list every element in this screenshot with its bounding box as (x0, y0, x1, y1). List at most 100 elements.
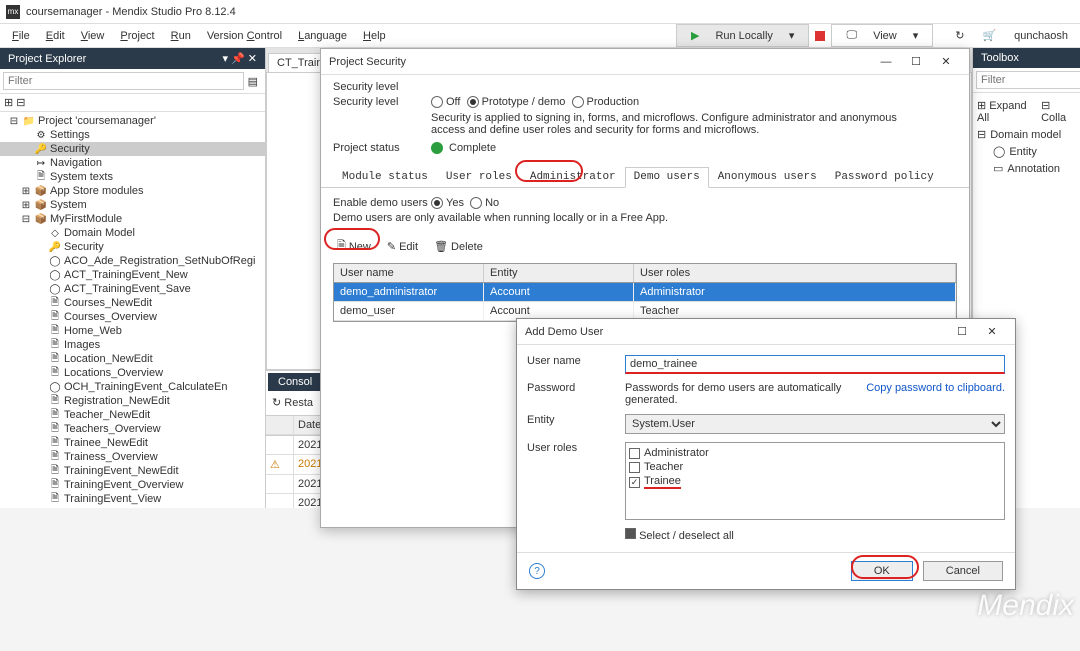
maximize-button[interactable]: ☐ (947, 325, 977, 338)
tree-item[interactable]: 🗎Trainee_NewEdit (0, 436, 265, 450)
filter-input[interactable] (3, 72, 244, 90)
tree-item[interactable]: 🗎Location_NewEdit (0, 352, 265, 366)
tree-item[interactable]: ⚙Settings (0, 128, 265, 142)
subtab[interactable]: Administrator (521, 167, 625, 187)
panel-title: Toolbox (981, 52, 1019, 64)
checkbox-admin[interactable] (629, 448, 640, 459)
tree-item[interactable]: ◯OCH_TrainingEvent_CalculateEn (0, 380, 265, 394)
chevron-down-icon: ▾ (783, 27, 801, 44)
tree-item[interactable]: ◯ACT_TrainingEvent_Save (0, 282, 265, 296)
tree-item[interactable]: 🗎Teachers_Overview (0, 422, 265, 436)
expand-all-button[interactable]: ⊞ Expand All (977, 99, 1037, 124)
copy-password-link[interactable]: Copy password to clipboard. (866, 382, 1005, 406)
help-icon[interactable]: ? (529, 563, 545, 579)
tree-item[interactable]: 🗎Trainess_Overview (0, 450, 265, 464)
tree-item[interactable]: ◯ACT_TrainingEvent_New (0, 268, 265, 282)
restart-button[interactable]: ↻ Resta (272, 396, 313, 412)
tree-item[interactable]: 🗎Courses_Overview (0, 310, 265, 324)
menu-language[interactable]: Language (292, 28, 353, 44)
tree-item[interactable]: 🗎Registration_NewEdit (0, 394, 265, 408)
run-locally-button[interactable]: ▶ Run Locally ▾ (676, 24, 809, 47)
list-mode-icon[interactable]: ▤ (244, 75, 262, 88)
tree-item[interactable]: ◯ACO_Ade_Registration_SetNubOfRegi (0, 254, 265, 268)
cancel-button[interactable]: Cancel (923, 561, 1003, 581)
dialog-title: Project Security (329, 56, 871, 68)
menu-project[interactable]: Project (114, 28, 160, 44)
tree-item[interactable]: 🗎Images (0, 338, 265, 352)
project-tree[interactable]: ⊟📁Project 'coursemanager'⚙Settings🔑Secur… (0, 112, 265, 508)
status-dot-icon (431, 142, 443, 154)
subtab[interactable]: Demo users (625, 167, 709, 188)
radio-yes[interactable] (431, 197, 443, 209)
tree-item[interactable]: 🗎Teacher_NewEdit (0, 408, 265, 422)
tree-item[interactable]: 🗎TrainingEvent_Overview (0, 478, 265, 492)
menu-run[interactable]: Run (165, 28, 197, 44)
tree-item[interactable]: 🗎Courses_NewEdit (0, 296, 265, 310)
tree-item[interactable]: ⊟📦MyFirstModule (0, 212, 265, 226)
tree-item[interactable]: 🔑Security (0, 240, 265, 254)
tree-item[interactable]: ◇Domain Model (0, 226, 265, 240)
tree-item[interactable]: ⊟📁Project 'coursemanager' (0, 114, 265, 128)
tree-item[interactable]: ⊞📦System (0, 198, 265, 212)
tree-item[interactable]: 🔑Security (0, 142, 265, 156)
checkbox-teacher[interactable] (629, 462, 640, 473)
radio-off[interactable] (431, 96, 443, 108)
panel-title: Project Explorer (8, 53, 86, 65)
close-button[interactable]: ✕ (931, 55, 961, 68)
window-title: coursemanager - Mendix Studio Pro 8.12.4 (26, 6, 236, 18)
tree-item[interactable]: 🗎System texts (0, 170, 265, 184)
tree-item[interactable]: 🗎TrainingEvent_NewEdit (0, 464, 265, 478)
ok-button[interactable]: OK (851, 561, 913, 581)
app-logo: mx (6, 5, 20, 19)
col-username: User name (334, 264, 484, 282)
entity-select[interactable]: System.User (625, 414, 1005, 434)
tool-annotation[interactable]: ▭ Annotation (977, 160, 1076, 177)
menu-help[interactable]: Help (357, 28, 392, 44)
checkbox-trainee[interactable]: ✓ (629, 477, 640, 488)
group-domain-model[interactable]: ⊟ Domain model (977, 126, 1076, 143)
tree-item[interactable]: 🗎Locations_Overview (0, 366, 265, 380)
tree-item[interactable]: 🗎TrainingEvent_View (0, 492, 265, 506)
stop-button[interactable] (815, 31, 825, 41)
maximize-button[interactable]: ☐ (901, 55, 931, 68)
edit-button[interactable]: ✎ Edit (383, 236, 422, 257)
radio-prototype[interactable] (467, 96, 479, 108)
subtab[interactable]: Password policy (826, 167, 943, 187)
security-help-text: Security is applied to signing in, forms… (431, 112, 931, 136)
menu-view[interactable]: View (75, 28, 111, 44)
subtab[interactable]: User roles (437, 167, 521, 187)
expand-icon[interactable]: ⊞ (4, 97, 13, 109)
console-tab[interactable]: Consol (268, 373, 322, 391)
subtab[interactable]: Anonymous users (709, 167, 826, 187)
radio-production[interactable] (572, 96, 584, 108)
table-row[interactable]: demo_administratorAccountAdministrator (334, 283, 956, 302)
cart-icon[interactable]: 🛒 (976, 27, 1002, 44)
sync-icon[interactable]: ↻ (949, 27, 970, 44)
close-button[interactable]: ✕ (977, 325, 1007, 338)
minimize-button[interactable]: — (871, 56, 901, 68)
project-explorer-panel: Project Explorer ▾ 📌 ✕ ▤ ⊞ ⊟ ⊟📁Project '… (0, 48, 266, 508)
delete-button[interactable]: 🗑 Delete (430, 236, 487, 257)
select-all-checkbox[interactable] (625, 528, 636, 539)
radio-no[interactable] (470, 197, 482, 209)
new-button[interactable]: 🗎 New (333, 236, 375, 257)
menu-edit[interactable]: Edit (40, 28, 71, 44)
entity-label: Entity (527, 414, 625, 426)
username[interactable]: qunchaosh (1008, 28, 1074, 44)
collapse-all-button[interactable]: ⊟ Colla (1041, 99, 1076, 124)
menu-file[interactable]: File (6, 28, 36, 44)
tree-item[interactable]: 🗎Home_Web (0, 324, 265, 338)
enable-demo-label: Enable demo users (333, 197, 431, 209)
roles-listbox[interactable]: Administrator Teacher ✓Trainee (625, 442, 1005, 520)
menu-version-control[interactable]: Version Control (201, 28, 288, 44)
username-input[interactable] (625, 355, 1005, 374)
subtab[interactable]: Module status (333, 167, 437, 187)
col-entity: Entity (484, 264, 634, 282)
view-button[interactable]: 🖵 View ▾ (831, 24, 933, 47)
tree-item[interactable]: ⊞📦App Store modules (0, 184, 265, 198)
toolbox-filter[interactable] (976, 71, 1080, 89)
collapse-icon[interactable]: ⊟ (16, 97, 25, 109)
demo-users-grid[interactable]: User name Entity User roles demo_adminis… (333, 263, 957, 322)
tool-entity[interactable]: ◯ Entity (977, 143, 1076, 160)
panel-controls[interactable]: ▾ 📌 ✕ (222, 52, 257, 65)
